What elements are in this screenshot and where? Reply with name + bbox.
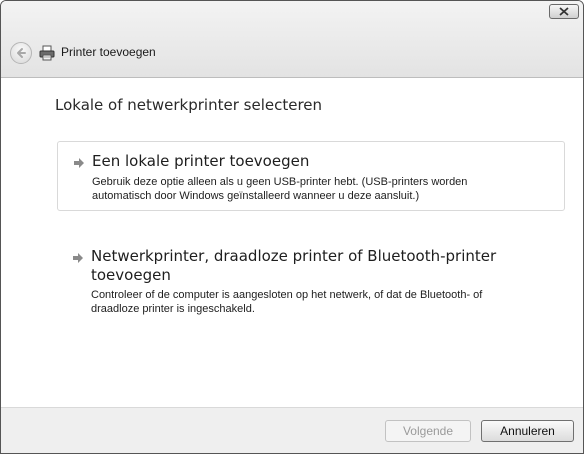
wizard-footer: Volgende Annuleren: [1, 407, 583, 453]
green-arrow-icon: [73, 253, 83, 263]
option-description: Gebruik deze optie alleen als u geen USB…: [92, 175, 562, 203]
close-icon: [559, 7, 569, 16]
title-bar: Printer toevoegen: [1, 1, 583, 78]
green-arrow-icon: [74, 158, 84, 168]
option-title: Een lokale printer toevoegen: [92, 152, 310, 170]
back-button[interactable]: [10, 42, 32, 64]
option-title-line: Netwerkprinter, draadloze printer of Blu…: [91, 247, 497, 265]
description-line: Controleer of de computer is aangesloten…: [91, 289, 483, 301]
add-network-printer-option[interactable]: Netwerkprinter, draadloze printer of Blu…: [57, 239, 565, 329]
printer-icon: [39, 45, 55, 61]
option-description: Controleer of de computer is aangesloten…: [91, 288, 561, 316]
back-arrow-icon: [17, 48, 26, 58]
add-printer-window: Printer toevoegen Lokale of netwerkprint…: [0, 0, 584, 454]
add-local-printer-option[interactable]: Een lokale printer toevoegen Gebruik dez…: [57, 141, 565, 211]
option-title: Netwerkprinter, draadloze printer of Blu…: [91, 247, 541, 285]
description-line: automatisch door Windows geïnstalleerd w…: [92, 190, 420, 202]
description-line: Gebruik deze optie alleen als u geen USB…: [92, 176, 468, 188]
option-title-line: toevoegen: [91, 266, 171, 284]
close-button[interactable]: [549, 4, 579, 19]
page-heading: Lokale of netwerkprinter selecteren: [55, 96, 323, 114]
next-button[interactable]: Volgende: [385, 420, 471, 442]
window-title: Printer toevoegen: [61, 45, 156, 59]
description-line: draadloze printer is ingeschakeld.: [91, 303, 255, 315]
cancel-button[interactable]: Annuleren: [481, 420, 574, 442]
